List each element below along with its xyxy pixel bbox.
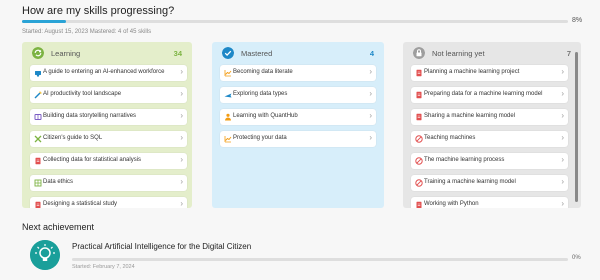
not-learning-item-label: Preparing data for a machine learning mo…	[424, 91, 543, 97]
document-icon	[416, 69, 422, 77]
chevron-right-icon: ›	[561, 111, 564, 120]
grid-icon	[34, 179, 42, 187]
not-learning-label: Not learning yet	[432, 49, 485, 58]
learning-item[interactable]: Citizen's guide to SQL ›	[30, 131, 187, 147]
mastered-header: Mastered 4	[212, 46, 384, 64]
document-icon	[416, 91, 422, 99]
mastered-item[interactable]: Becoming data literate ›	[220, 65, 376, 81]
chart-icon	[224, 136, 232, 143]
chevron-right-icon: ›	[180, 155, 183, 164]
document-icon	[35, 201, 41, 208]
not-learning-item[interactable]: Teaching machines ›	[411, 131, 568, 147]
mastered-column: Mastered 4 Becoming data literate › Explor…	[212, 42, 384, 208]
mastered-item[interactable]: Learning with QuantHub ›	[220, 109, 376, 125]
mastered-item[interactable]: Protecting your data ›	[220, 131, 376, 147]
mastered-item-label: Becoming data literate	[233, 69, 293, 75]
overall-progress-bar	[22, 20, 568, 23]
chart-icon	[224, 70, 232, 77]
next-achievement-title: Next achievement	[22, 222, 95, 232]
not-learning-item[interactable]: Preparing data for a machine learning mo…	[411, 87, 568, 103]
document-icon	[35, 157, 41, 165]
not-learning-column: Not learning yet 7 Planning a machine le…	[403, 42, 581, 208]
next-achievement-name[interactable]: Practical Artificial Intelligence for th…	[72, 242, 251, 251]
learning-item-label: Building data storytelling narratives	[43, 113, 137, 119]
mastered-count: 4	[369, 49, 374, 58]
not-learning-count: 7	[566, 49, 571, 58]
chevron-right-icon: ›	[369, 133, 372, 142]
progress-meta: Started: August 15, 2023 Mastered: 4 of …	[22, 29, 152, 35]
chevron-right-icon: ›	[369, 89, 372, 98]
person-icon	[225, 113, 231, 121]
chevron-right-icon: ›	[561, 67, 564, 76]
learning-item[interactable]: Collecting data for statistical analysis…	[30, 153, 187, 169]
learning-label: Learning	[51, 49, 81, 58]
airplane-icon	[224, 93, 232, 98]
not-learning-item[interactable]: Working with Python ›	[411, 197, 568, 208]
not-learning-item[interactable]: Planning a machine learning project ›	[411, 65, 568, 81]
chevron-right-icon: ›	[561, 177, 564, 186]
mastered-item[interactable]: Exploring data types ›	[220, 87, 376, 103]
not-learning-header: Not learning yet 7	[403, 46, 581, 64]
lightbulb-icon	[30, 240, 60, 270]
chevron-right-icon: ›	[180, 67, 183, 76]
chevron-right-icon: ›	[561, 89, 564, 98]
chevron-right-icon: ›	[180, 199, 183, 208]
learning-header: Learning 34	[22, 46, 192, 64]
not-learning-item-label: The machine learning process	[424, 157, 505, 163]
chevron-right-icon: ›	[369, 67, 372, 76]
chevron-right-icon: ›	[180, 177, 183, 186]
next-progress-bar	[72, 258, 568, 261]
learning-item-label: Citizen's guide to SQL	[43, 135, 103, 141]
book-icon	[34, 114, 42, 120]
mastered-label: Mastered	[241, 49, 273, 58]
mastered-item-label: Protecting your data	[233, 135, 287, 141]
overall-progress-percent: 8%	[572, 17, 583, 24]
document-icon	[416, 201, 422, 208]
block-icon	[415, 179, 423, 187]
learning-item-label: A guide to entering an AI-enhanced workf…	[43, 69, 165, 75]
not-learning-item-label: Working with Python	[424, 201, 479, 207]
learning-item-label: Collecting data for statistical analysis	[43, 157, 142, 163]
wand-icon	[34, 91, 42, 99]
not-learning-item[interactable]: Training a machine learning model ›	[411, 175, 568, 191]
not-learning-item-label: Training a machine learning model	[424, 179, 516, 185]
refresh-icon	[32, 47, 44, 59]
learning-count: 34	[173, 49, 182, 58]
chevron-right-icon: ›	[561, 155, 564, 164]
overall-progress-fill	[22, 20, 66, 23]
block-icon	[415, 135, 423, 143]
chevron-right-icon: ›	[369, 111, 372, 120]
lock-icon	[413, 47, 425, 59]
document-icon	[416, 113, 422, 121]
not-learning-item-label: Planning a machine learning project	[424, 69, 520, 75]
learning-column: Learning 34 A guide to entering an AI-en…	[22, 42, 192, 208]
learning-item[interactable]: Data ethics ›	[30, 175, 187, 191]
next-progress-percent: 0%	[572, 255, 581, 261]
chevron-right-icon: ›	[561, 133, 564, 142]
not-learning-item[interactable]: The machine learning process ›	[411, 153, 568, 169]
chevron-right-icon: ›	[561, 199, 564, 208]
chevron-right-icon: ›	[180, 111, 183, 120]
mastered-item-label: Learning with QuantHub	[233, 113, 298, 119]
not-learning-scrollbar[interactable]	[575, 52, 578, 202]
learning-item[interactable]: Building data storytelling narratives ›	[30, 109, 187, 125]
learning-item-label: Data ethics	[43, 179, 74, 185]
block-icon	[415, 157, 423, 165]
learning-item[interactable]: A guide to entering an AI-enhanced workf…	[30, 65, 187, 81]
learning-item-label: AI productivity tool landscape	[43, 91, 122, 97]
learning-item[interactable]: AI productivity tool landscape ›	[30, 87, 187, 103]
certificate-icon	[35, 71, 41, 77]
mastered-item-label: Exploring data types	[233, 91, 288, 97]
chevron-right-icon: ›	[180, 89, 183, 98]
learning-item-label: Designing a statistical study	[43, 201, 118, 207]
learning-item[interactable]: Designing a statistical study ›	[30, 197, 187, 208]
not-learning-item-label: Sharing a machine learning model	[424, 113, 516, 119]
not-learning-item-label: Teaching machines	[424, 135, 476, 141]
page-title: How are my skills progressing?	[22, 5, 175, 17]
not-learning-item[interactable]: Sharing a machine learning model ›	[411, 109, 568, 125]
chevron-right-icon: ›	[180, 133, 183, 142]
next-started-date: Started: February 7, 2024	[72, 264, 135, 270]
tools-icon	[34, 135, 42, 143]
check-circle-icon	[222, 47, 234, 59]
